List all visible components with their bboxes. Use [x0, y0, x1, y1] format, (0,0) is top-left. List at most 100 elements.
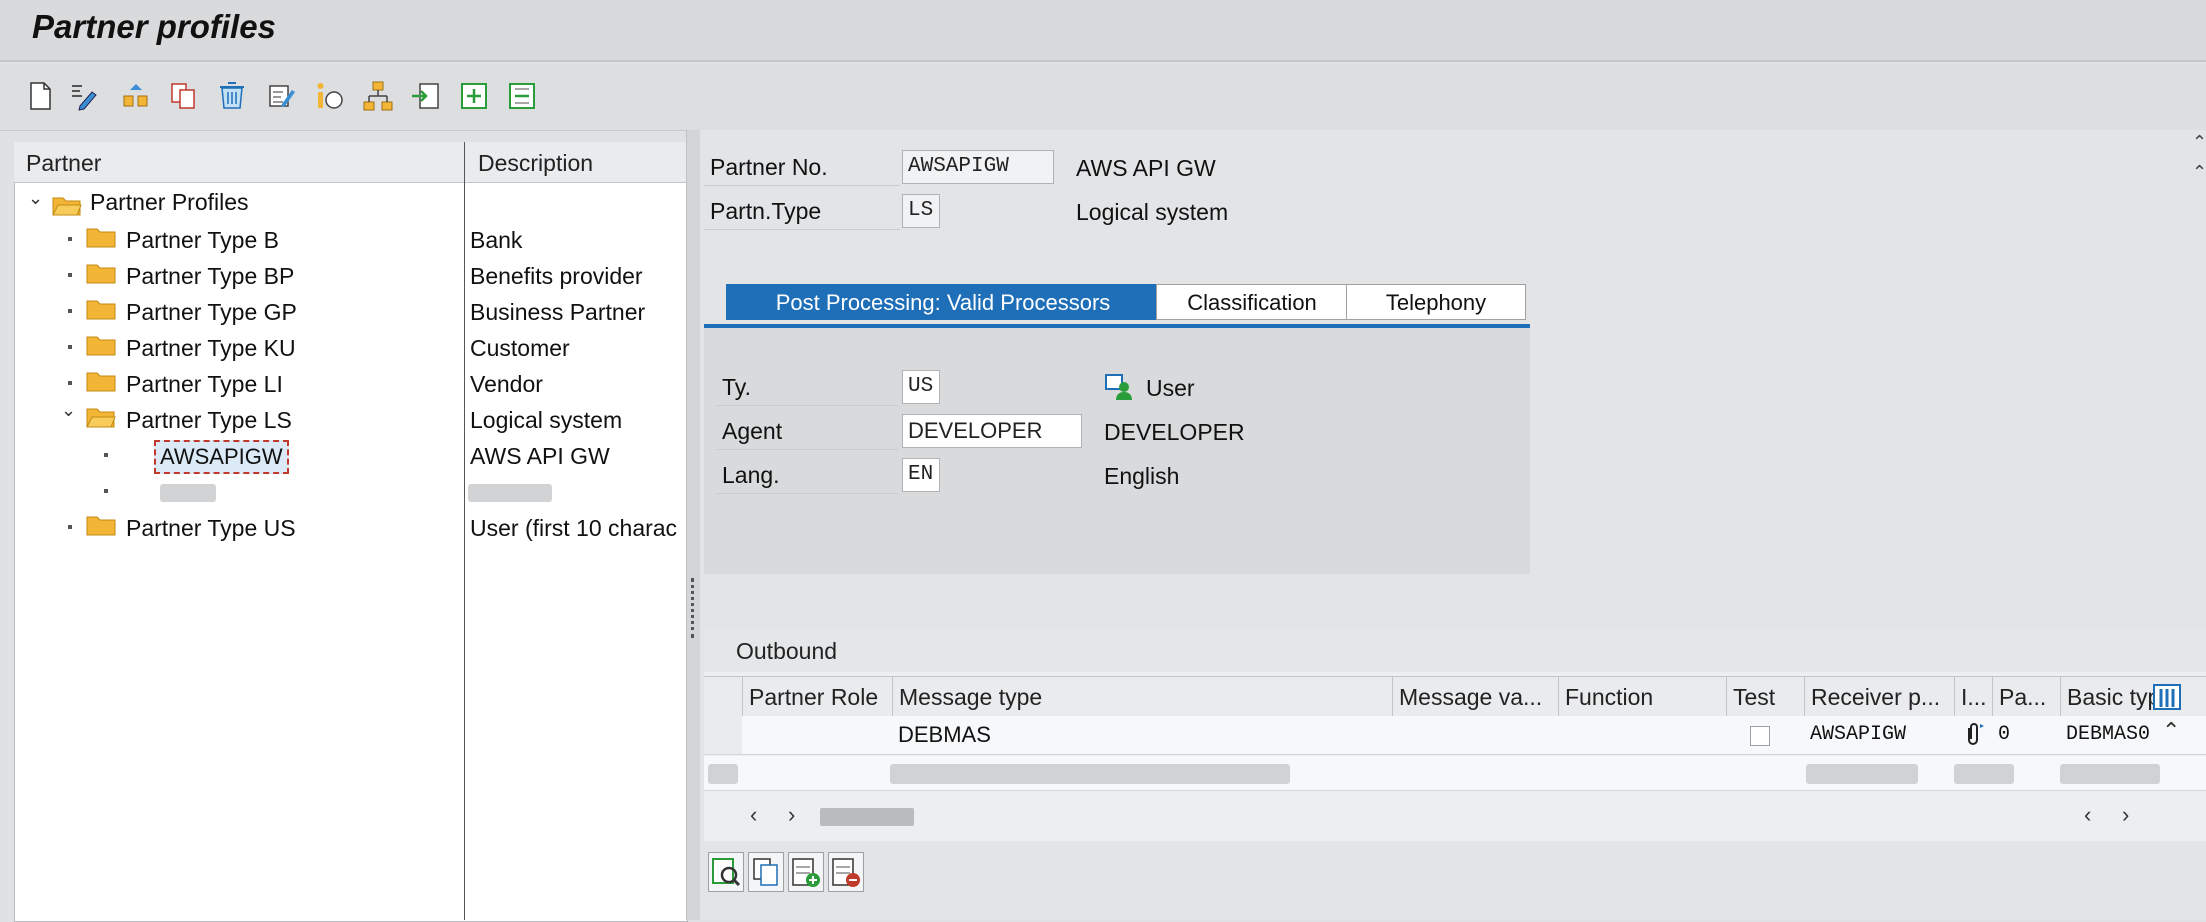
- lang-label: Lang.: [716, 458, 898, 494]
- col-i[interactable]: I...: [1954, 677, 1992, 717]
- redacted-cell: [1806, 764, 1918, 784]
- col-message-type[interactable]: Message type: [892, 677, 1392, 717]
- agent-desc: DEVELOPER: [1104, 419, 1245, 445]
- copy-row-button[interactable]: [748, 852, 784, 892]
- scroll-left-icon[interactable]: ‹: [750, 802, 757, 828]
- cell-receiver-port: AWSAPIGW: [1810, 723, 1907, 746]
- scroll-right-icon[interactable]: ›: [788, 802, 795, 828]
- scroll-up-icon[interactable]: ⌃: [2192, 162, 2206, 183]
- col-partner-role[interactable]: Partner Role: [742, 677, 892, 717]
- table-row-redacted[interactable]: [704, 756, 2206, 791]
- table-row[interactable]: DEBMAS AWSAPIGW 0 DEBMAS0 ⌃: [704, 716, 2206, 755]
- tab-classification[interactable]: Classification: [1156, 284, 1348, 320]
- outbound-grid-header: Partner Role Message type Message va... …: [704, 676, 2206, 718]
- tree-node-desc: Bank: [470, 227, 523, 253]
- col-function[interactable]: Function: [1558, 677, 1726, 717]
- redacted-cell: [1954, 764, 2014, 784]
- display-change-icon[interactable]: [66, 78, 102, 114]
- tree-node-desc: AWS API GW: [470, 443, 610, 469]
- application-toolbar: [0, 64, 2206, 131]
- change-document-icon[interactable]: [264, 78, 300, 114]
- col-test[interactable]: Test: [1726, 677, 1804, 717]
- page-title: Partner profiles: [32, 8, 276, 45]
- import-icon[interactable]: [408, 78, 444, 114]
- cell-message-type: DEBMAS: [898, 722, 991, 747]
- tree-node-desc: Benefits provider: [470, 263, 643, 289]
- folder-icon: [86, 372, 116, 392]
- info-icon[interactable]: [312, 78, 348, 114]
- scroll-right-icon[interactable]: ›: [2122, 802, 2129, 828]
- bullet: [68, 273, 72, 277]
- tree-column-description[interactable]: Description: [478, 150, 593, 177]
- tree-node-desc: Vendor: [470, 371, 543, 397]
- expand-icon[interactable]: [456, 78, 492, 114]
- folder-icon: [86, 300, 116, 320]
- test-checkbox[interactable]: [1750, 726, 1770, 746]
- col-message-variant[interactable]: Message va...: [1392, 677, 1558, 717]
- partn-type-label: Partn.Type: [704, 194, 900, 230]
- agent-field[interactable]: DEVELOPER: [902, 414, 1082, 448]
- bullet: [68, 525, 72, 529]
- col-pa[interactable]: Pa...: [1992, 677, 2060, 717]
- tree-column-partner[interactable]: Partner: [26, 150, 101, 177]
- tree-node-label: Partner Type KU: [126, 335, 296, 361]
- folder-icon: [86, 228, 116, 248]
- outbound-title: Outbound: [736, 638, 838, 664]
- scroll-up-icon[interactable]: ⌃: [2162, 718, 2180, 744]
- column-settings-icon[interactable]: [2152, 683, 2182, 711]
- cell-message-variant: [1392, 716, 1558, 754]
- bullet: [68, 345, 72, 349]
- outbound-header: Outbound: [704, 630, 2206, 672]
- folder-icon: [86, 516, 116, 536]
- ty-label: Ty.: [716, 370, 898, 406]
- delete-icon[interactable]: [214, 78, 250, 114]
- ty-field[interactable]: US: [902, 370, 940, 404]
- cell-partner-role: [742, 716, 892, 754]
- cell-basic-type: DEBMAS0: [2066, 723, 2151, 746]
- splitter-grip[interactable]: [691, 578, 698, 638]
- add-row-button[interactable]: [788, 852, 824, 892]
- paperclip-icon[interactable]: [1962, 722, 1986, 748]
- bullet: [68, 237, 72, 241]
- partner-no-field[interactable]: AWSAPIGW: [902, 150, 1054, 184]
- tree-node-desc: Customer: [470, 335, 570, 361]
- chevron-down-icon[interactable]: ⌄: [61, 400, 76, 421]
- tree-node-label: Partner Type B: [126, 227, 279, 253]
- col-receiver-port[interactable]: Receiver p...: [1804, 677, 1954, 717]
- tree-node-label-selected: AWSAPIGW: [154, 440, 289, 474]
- title-bar: [0, 0, 2206, 62]
- partn-type-field[interactable]: LS: [902, 194, 940, 228]
- display-details-button[interactable]: [708, 852, 744, 892]
- copy-icon[interactable]: [166, 78, 202, 114]
- horizontal-scrollbar-thumb[interactable]: [820, 808, 914, 826]
- lang-desc: English: [1104, 463, 1180, 489]
- collapse-icon[interactable]: [504, 78, 540, 114]
- row-selector[interactable]: [704, 716, 742, 754]
- chevron-down-icon[interactable]: ⌄: [28, 188, 43, 209]
- agent-label: Agent: [716, 414, 898, 450]
- tab-telephony[interactable]: Telephony: [1346, 284, 1526, 320]
- redacted-cell: [2060, 764, 2160, 784]
- row-selector-header[interactable]: [704, 677, 742, 717]
- delete-row-button[interactable]: [828, 852, 864, 892]
- hierarchy-icon[interactable]: [360, 78, 396, 114]
- tree-node-desc: Logical system: [470, 407, 623, 433]
- tree-node-desc: Business Partner: [470, 299, 646, 325]
- scroll-up-icon[interactable]: ⌃: [2192, 132, 2206, 153]
- partn-type-desc: Logical system: [1076, 199, 1229, 225]
- redacted-label: [160, 484, 216, 502]
- detail-tabstrip: Post Processing: Valid Processors Classi…: [704, 284, 1530, 328]
- tree-node-label: Partner Type LI: [126, 371, 283, 397]
- lang-field[interactable]: EN: [902, 458, 940, 492]
- new-document-icon[interactable]: [22, 78, 58, 114]
- ty-desc: User: [1146, 375, 1195, 401]
- tree-node-label: Partner Type GP: [126, 299, 297, 325]
- pane-splitter[interactable]: [686, 130, 701, 920]
- tab-post-processing[interactable]: Post Processing: Valid Processors: [726, 284, 1160, 320]
- other-partner-icon[interactable]: [118, 78, 154, 114]
- redacted-desc: [468, 484, 552, 502]
- folder-icon: [86, 264, 116, 284]
- scroll-left-icon[interactable]: ‹: [2084, 802, 2091, 828]
- redacted-cell: [708, 764, 738, 784]
- bullet: [104, 489, 108, 493]
